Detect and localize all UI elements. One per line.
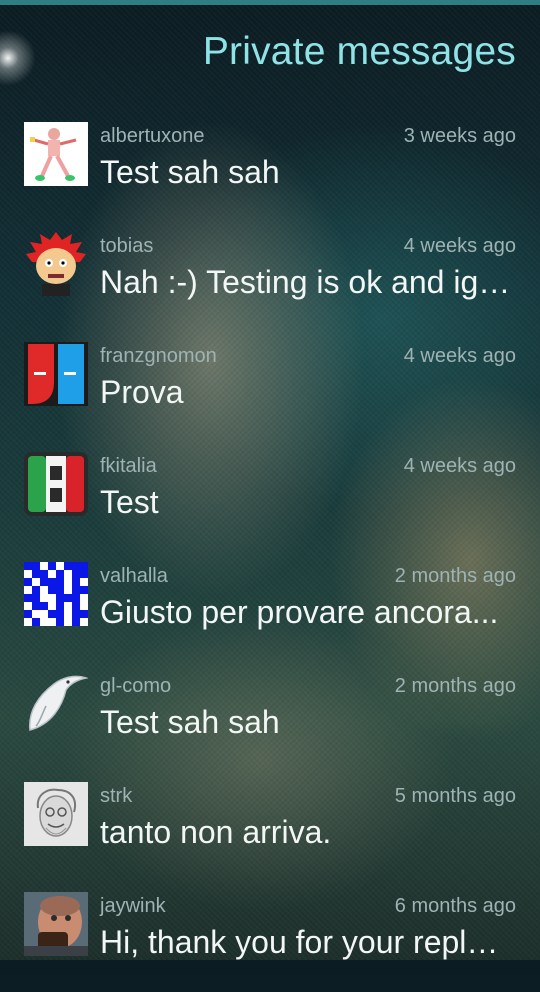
message-item[interactable]: strk 5 months ago tanto non arriva. [0,772,540,882]
sender-name: franzgnomon [100,345,217,367]
message-preview: tanto non arriva. [100,814,332,850]
message-item[interactable]: gl-como 2 months ago Test sah sah [0,662,540,772]
message-item[interactable]: jaywink 6 months ago Hi, thank you for y… [0,882,540,992]
message-item[interactable]: fkitalia 4 weeks ago Test [0,442,540,552]
message-timestamp: 4 weeks ago [403,235,516,257]
red-blue-logo-avatar [24,342,88,406]
sender-name: tobias [100,235,154,257]
message-timestamp: 3 weeks ago [403,125,516,147]
top-accent-bar [0,0,540,5]
sender-name: fkitalia [100,455,157,477]
message-timestamp: 2 months ago [394,675,516,697]
message-timestamp: 2 months ago [394,565,516,587]
message-preview: Test sah sah [100,154,280,190]
sender-name: valhalla [100,565,168,587]
robot-figure-avatar [24,122,88,186]
sender-name: gl-como [100,675,172,697]
page-indicator-glow [0,28,38,88]
message-item[interactable]: albertuxone 3 weeks ago Test sah sah [0,112,540,222]
message-item[interactable]: valhalla 2 months ago Giusto per provare… [0,552,540,662]
message-preview: Hi, thank you for your repl… [100,924,499,960]
message-item[interactable]: franzgnomon 4 weeks ago Prova [0,332,540,442]
page-title: Private messages [202,30,516,73]
sketch-face-avatar [24,782,88,846]
message-timestamp: 4 weeks ago [403,455,516,477]
message-preview: Nah :-) Testing is ok and ig… [100,264,511,300]
message-timestamp: 5 months ago [394,785,516,807]
message-preview: Test [100,484,159,520]
italian-flag-avatar [24,452,88,516]
message-item[interactable]: tobias 4 weeks ago Nah :-) Testing is ok… [0,222,540,332]
message-preview: Prova [100,374,184,410]
bird-sketch-avatar [24,672,88,736]
message-list: albertuxone 3 weeks ago Test sah sah tob… [0,112,540,992]
sender-name: jaywink [100,895,166,917]
photo-face-avatar [24,892,88,956]
message-preview: Test sah sah [100,704,280,740]
message-timestamp: 6 months ago [394,895,516,917]
message-timestamp: 4 weeks ago [403,345,516,367]
sender-name: albertuxone [100,125,205,147]
red-hair-cartoon-avatar [24,232,88,296]
message-preview: Giusto per provare ancora... [100,594,499,630]
sender-name: strk [100,785,133,807]
blue-pixel-pattern-avatar [24,562,88,626]
